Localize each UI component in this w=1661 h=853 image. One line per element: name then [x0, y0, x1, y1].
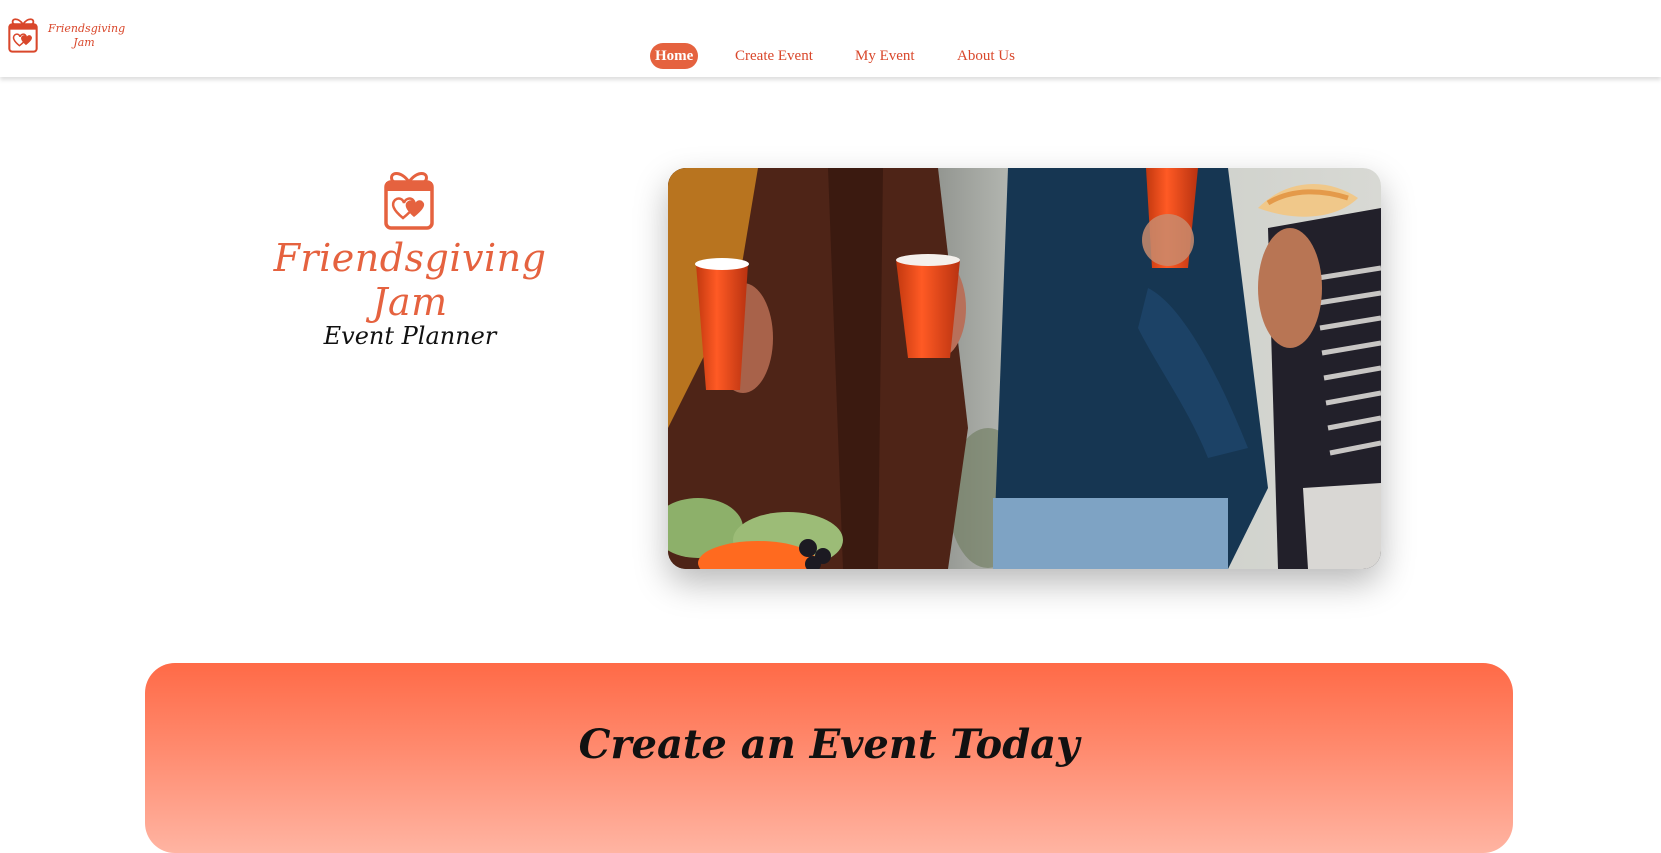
- brand-name-line1: Friendsgiving: [48, 22, 126, 35]
- top-navbar: Friendsgiving Jam Home Create Event My E…: [0, 0, 1661, 77]
- hero-title: Friendsgiving Jam: [273, 236, 547, 324]
- hero-photo: [668, 168, 1381, 569]
- nav-home[interactable]: Home: [650, 43, 699, 69]
- cta-title[interactable]: Create an Event Today: [145, 721, 1513, 768]
- brand-name-line2: Jam: [73, 36, 95, 49]
- nav-create-event[interactable]: Create Event: [735, 43, 813, 69]
- nav-my-event[interactable]: My Event: [855, 43, 915, 69]
- gift-heart-icon: [383, 168, 435, 232]
- brand-name[interactable]: Friendsgiving Jam: [48, 22, 126, 50]
- nav-about-us[interactable]: About Us: [957, 43, 1015, 69]
- gift-heart-icon[interactable]: [6, 16, 40, 54]
- hero-subtitle: Event Planner: [323, 322, 497, 350]
